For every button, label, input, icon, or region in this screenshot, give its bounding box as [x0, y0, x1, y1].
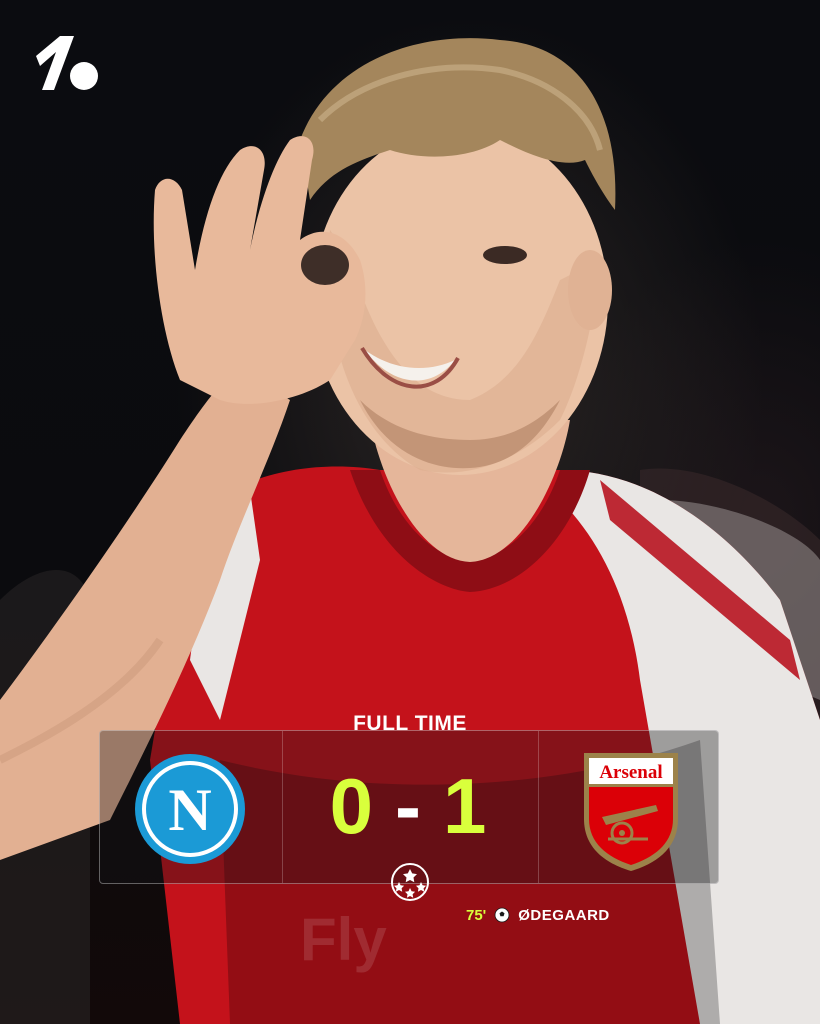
- goal-event: 75' ØDEGAARD: [466, 904, 610, 926]
- graphic-canvas: Fly FULL TIME N 0-1 Arsenal 75' ØDEGAARD: [0, 0, 820, 1024]
- goal-scorer: ØDEGAARD: [518, 906, 610, 924]
- away-score: 1: [442, 762, 491, 850]
- divider: [538, 731, 539, 883]
- sponsor-mark: Fly: [300, 906, 387, 973]
- champions-league-ball-icon: [391, 863, 429, 901]
- scoreboard: N 0-1 Arsenal: [99, 730, 719, 884]
- score: 0-1: [282, 761, 538, 851]
- napoli-crest-icon: N: [135, 754, 245, 864]
- eye: [483, 246, 527, 264]
- napoli-crest-letter: N: [168, 777, 211, 843]
- score-separator: -: [395, 762, 425, 850]
- arsenal-crest-icon: Arsenal: [584, 753, 678, 871]
- ear: [568, 250, 612, 330]
- home-score: 0: [329, 762, 377, 850]
- onefootball-logo: [36, 36, 98, 90]
- ok-sign-circle: [301, 245, 349, 285]
- football-icon: [494, 907, 510, 923]
- goal-minute: 75': [466, 906, 487, 924]
- arsenal-crest-text: Arsenal: [599, 762, 662, 783]
